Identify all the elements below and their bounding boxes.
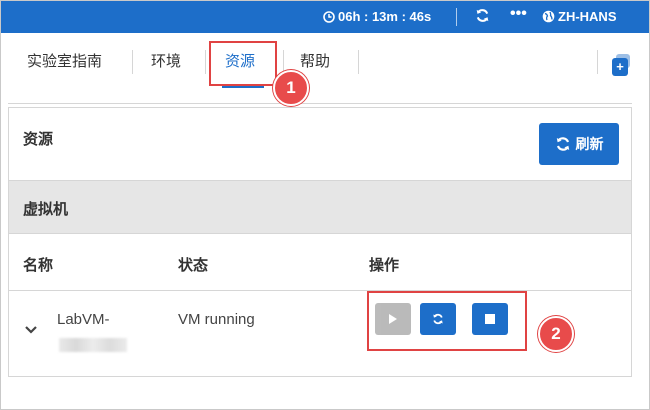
vm-section-title: 虚拟机 [23, 201, 69, 218]
chevron-down-icon[interactable] [24, 325, 38, 335]
column-header-actions: 操作 [369, 257, 400, 274]
annotation-badge-2: 2 [538, 316, 574, 352]
refresh-top-button[interactable] [475, 8, 490, 23]
timer-text: 06h : 13m : 46s [338, 9, 432, 24]
tab-divider [597, 50, 598, 74]
lab-timer: 06h : 13m : 46s [323, 9, 431, 24]
top-bar: 06h : 13m : 46s ••• ZH-HANS [1, 1, 649, 33]
tab-divider [205, 50, 206, 74]
refresh-icon [476, 9, 489, 22]
active-tab-indicator [222, 86, 264, 88]
vm-status: VM running [178, 311, 255, 328]
divider [456, 8, 457, 26]
vm-section-header: 虚拟机 [9, 180, 631, 234]
column-header-name: 名称 [23, 257, 54, 274]
split-window-button[interactable]: + [612, 54, 630, 76]
panel-title: 资源 [23, 131, 54, 148]
tab-lab-guide[interactable]: 实验室指南 [27, 50, 102, 71]
refresh-button[interactable]: 刷新 [539, 123, 619, 165]
more-button[interactable]: ••• [510, 5, 527, 23]
vm-name-redacted [59, 338, 127, 352]
annotation-box-1 [209, 41, 277, 86]
tab-help[interactable]: 帮助 [300, 50, 330, 71]
clock-icon [323, 10, 335, 23]
column-header-status: 状态 [178, 257, 209, 274]
more-icon: ••• [510, 5, 527, 22]
annotation-box-2 [367, 291, 527, 351]
tabs-bottom-border [8, 103, 632, 104]
language-label: ZH-HANS [558, 9, 617, 24]
tab-divider [358, 50, 359, 74]
refresh-icon [556, 137, 569, 151]
globe-icon [542, 10, 555, 23]
tab-environment[interactable]: 环境 [151, 50, 181, 71]
plus-icon: + [616, 59, 624, 74]
vm-name: LabVM- [57, 311, 110, 328]
language-selector[interactable]: ZH-HANS [542, 9, 617, 24]
annotation-badge-1: 1 [273, 70, 309, 106]
table-row-divider [9, 290, 631, 291]
refresh-button-label: 刷新 [575, 136, 604, 152]
tab-divider [132, 50, 133, 74]
